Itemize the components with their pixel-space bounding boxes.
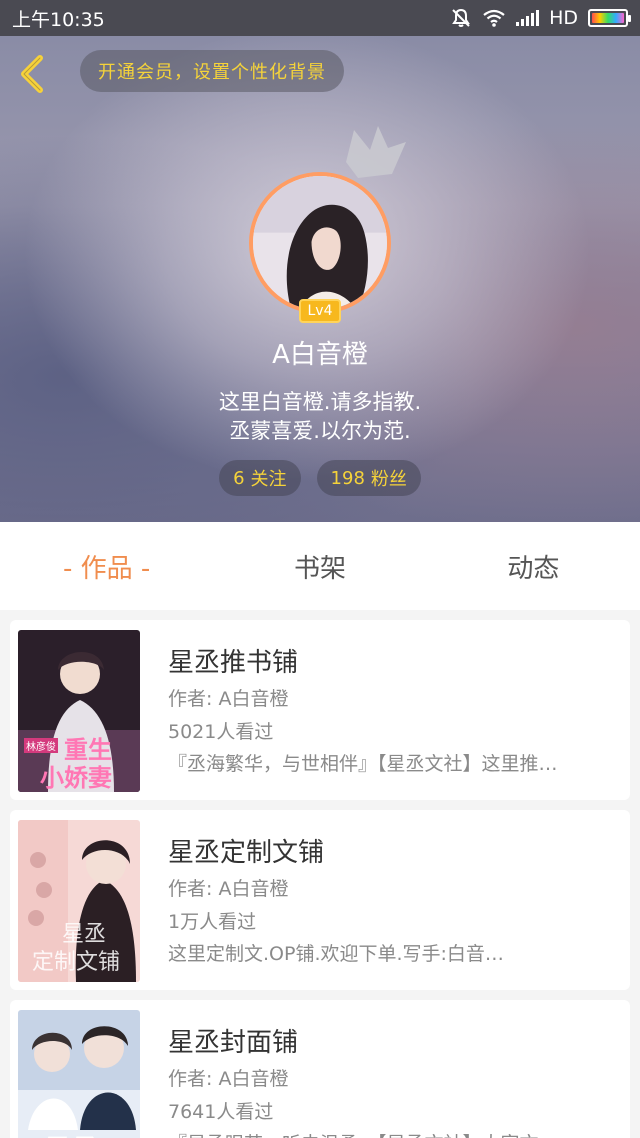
work-title[interactable]: 星丞封面铺 [168, 1022, 298, 1059]
back-button[interactable] [14, 52, 54, 96]
work-views: 1万人看过 [168, 911, 257, 933]
tab-works[interactable]: - 作品 - [0, 548, 213, 585]
cover-tag: 林彦俊 [24, 738, 58, 753]
work-description: 这里定制文.OP铺.欢迎下单.写手:白音… [168, 943, 504, 965]
status-icons: HD [450, 7, 631, 29]
bio-line: 丞蒙喜爱.以尔为范. [229, 419, 411, 443]
bio-line: 这里白音橙.请多指教. [218, 390, 422, 414]
work-description: 『星丞眼若，听虫温柔』【星丞文社】大家文… [168, 1129, 614, 1138]
mute-bell-icon [452, 8, 470, 27]
work-views: 5021人看过 [168, 721, 274, 743]
work-card[interactable]: 林彦俊 重生 小娇妻 星丞推书铺 作者: A白音橙 5021人看过 『丞海繁华，… [10, 620, 630, 800]
cover-title: 星丞 [38, 1128, 94, 1138]
work-author: 作者: A白音橙 [168, 878, 289, 900]
work-cover[interactable]: 星丞 定制文铺 [18, 820, 140, 982]
following-button[interactable]: 6 关注 [219, 460, 301, 496]
work-author: 作者: A白音橙 [168, 1068, 289, 1090]
cover-title: 小娇妻 [40, 763, 112, 792]
battery-icon [588, 9, 631, 27]
status-time: 上午10:35 [12, 8, 105, 31]
following-count: 6 [233, 467, 245, 489]
avatar[interactable] [249, 172, 391, 314]
work-card[interactable]: 星丞 星丞封面铺 作者: A白音橙 7641人看过 『星丞眼若，听虫温柔』【星丞… [10, 1000, 630, 1138]
chevron-left-icon [21, 55, 43, 93]
following-label: 关注 [250, 469, 287, 490]
signal-icon [516, 10, 540, 26]
work-title[interactable]: 星丞定制文铺 [168, 832, 324, 869]
profile-header: 开通会员，设置个性化背景 Lv4 A白音橙 这里白音橙.请多指教. 丞蒙喜爱.以… [0, 36, 640, 522]
cover-title: 定制文铺 [32, 950, 121, 975]
status-bar: 上午10:35 HD [0, 0, 640, 36]
wifi-icon [483, 9, 505, 27]
work-cover[interactable]: 星丞 [18, 1010, 140, 1138]
work-views: 7641人看过 [168, 1101, 274, 1123]
network-type: HD [549, 7, 578, 29]
vip-background-button[interactable]: 开通会员，设置个性化背景 [80, 50, 344, 92]
stats-row: 6 关注 198 粉丝 [0, 460, 640, 496]
work-cover[interactable]: 林彦俊 重生 小娇妻 [18, 630, 140, 792]
crown-icon [346, 126, 406, 178]
followers-count: 198 [330, 467, 365, 489]
avatar-image [253, 176, 387, 310]
work-title[interactable]: 星丞推书铺 [168, 642, 298, 679]
followers-button[interactable]: 198 粉丝 [316, 460, 421, 496]
followers-label: 粉丝 [370, 469, 407, 490]
username: A白音橙 [272, 340, 368, 370]
level-badge: Lv4 [299, 299, 341, 323]
tab-activity[interactable]: 动态 [427, 548, 640, 585]
work-author: 作者: A白音橙 [168, 688, 289, 710]
work-card[interactable]: 星丞 定制文铺 星丞定制文铺 作者: A白音橙 1万人看过 这里定制文.OP铺.… [10, 810, 630, 990]
tab-bar: - 作品 - 书架 动态 [0, 522, 640, 610]
bio: 这里白音橙.请多指教. 丞蒙喜爱.以尔为范. [0, 388, 640, 446]
cover-image [18, 1010, 140, 1138]
tab-bookshelf[interactable]: 书架 [213, 548, 426, 585]
work-description: 『丞海繁华，与世相伴』【星丞文社】这里推… [168, 753, 558, 775]
